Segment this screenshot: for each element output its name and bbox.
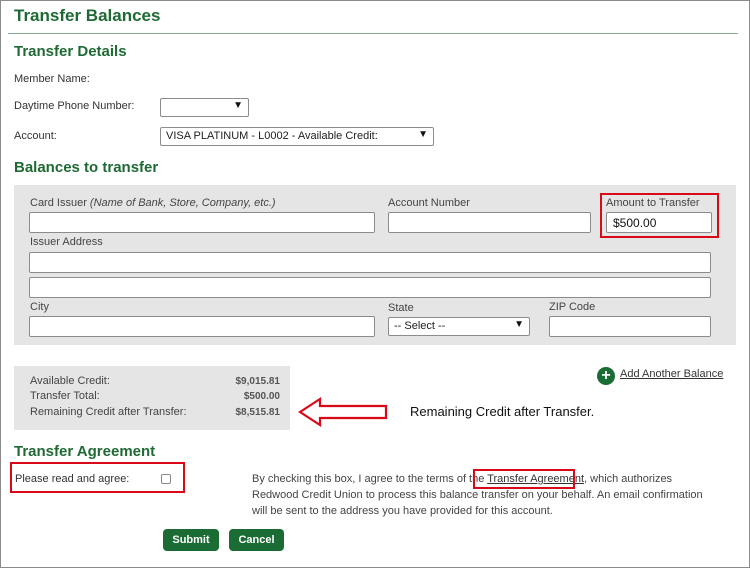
available-credit-label: Available Credit: (30, 375, 110, 387)
card-issuer-input[interactable] (29, 212, 375, 233)
page-title: Transfer Balances (14, 6, 161, 25)
amount-input[interactable]: $500.00 (606, 212, 712, 233)
remaining-credit-label: Remaining Credit after Transfer: (30, 406, 187, 418)
account-label: Account: (14, 130, 57, 142)
phone-select[interactable]: ▼ (160, 98, 249, 117)
available-credit-value: $9,015.81 (235, 376, 281, 387)
title-divider (8, 33, 738, 34)
issuer-address-label: Issuer Address (30, 236, 103, 248)
issuer-address-line1-input[interactable] (29, 252, 711, 273)
city-input[interactable] (29, 316, 375, 337)
account-select[interactable]: VISA PLATINUM - L0002 - Available Credit… (160, 127, 434, 146)
add-circle-icon[interactable]: + (597, 367, 615, 385)
card-issuer-label-text: Card Issuer (30, 197, 87, 209)
transfer-total-value: $500.00 (243, 391, 280, 402)
city-label: City (30, 301, 49, 313)
chevron-down-icon: ▼ (514, 319, 524, 330)
transfer-total-label: Transfer Total: (30, 390, 100, 402)
add-another-balance-link[interactable]: Add Another Balance (620, 368, 723, 380)
issuer-address-line2-input[interactable] (29, 277, 711, 298)
account-number-input[interactable] (388, 212, 591, 233)
state-label: State (388, 302, 414, 314)
account-select-value: VISA PLATINUM - L0002 - Available Credit… (166, 130, 378, 142)
please-read-label: Please read and agree: (15, 473, 130, 485)
cancel-button[interactable]: Cancel (229, 529, 284, 551)
card-issuer-label: Card Issuer (Name of Bank, Store, Compan… (30, 197, 276, 209)
phone-label: Daytime Phone Number: (14, 100, 135, 112)
zip-input[interactable] (549, 316, 711, 337)
zip-label: ZIP Code (549, 301, 596, 313)
annotation-text: Remaining Credit after Transfer. (410, 404, 595, 419)
left-arrow-icon (298, 396, 388, 428)
agree-checkbox[interactable] (161, 474, 171, 484)
account-number-label: Account Number (388, 197, 470, 209)
submit-button[interactable]: Submit (163, 529, 219, 551)
card-issuer-hint: (Name of Bank, Store, Company, etc.) (89, 197, 276, 209)
agreement-text-before: By checking this box, I agree to the ter… (252, 473, 488, 485)
state-select-value: -- Select -- (394, 320, 446, 332)
remaining-credit-value: $8,515.81 (235, 407, 281, 418)
link-highlight-box (473, 469, 575, 489)
transfer-details-heading: Transfer Details (14, 43, 127, 60)
transfer-agreement-heading: Transfer Agreement (14, 443, 156, 460)
state-select[interactable]: -- Select -- ▼ (388, 317, 530, 336)
chevron-down-icon: ▼ (233, 100, 243, 111)
amount-label: Amount to Transfer (606, 197, 700, 209)
member-name-label: Member Name: (14, 73, 90, 85)
chevron-down-icon: ▼ (418, 129, 428, 140)
balances-heading: Balances to transfer (14, 159, 159, 176)
